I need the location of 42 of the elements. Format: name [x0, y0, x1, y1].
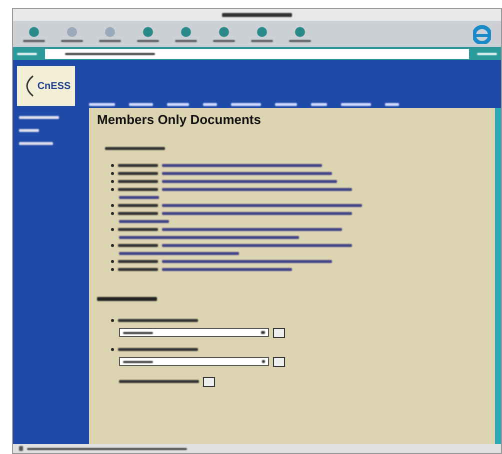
blurred-text	[118, 172, 158, 175]
blurred-text	[222, 13, 292, 17]
go-button[interactable]	[203, 376, 215, 387]
blurred-text	[119, 220, 169, 223]
blurred-text	[261, 331, 265, 334]
blurred-text	[19, 142, 53, 145]
blurred-text	[123, 332, 153, 334]
blurred-text	[341, 103, 371, 106]
blurred-text	[118, 244, 158, 247]
blurred-text	[118, 268, 158, 271]
address-field[interactable]	[45, 48, 469, 58]
blurred-text	[262, 360, 265, 364]
go-button[interactable]	[273, 328, 285, 338]
blurred-text	[19, 129, 39, 132]
blurred-text	[118, 188, 158, 191]
go-button[interactable]	[273, 356, 285, 367]
blurred-text	[275, 103, 297, 106]
logo-text: CnESS	[37, 80, 71, 94]
blurred-text	[118, 212, 158, 215]
page-heading: Members Only Documents	[97, 112, 262, 128]
blurred-text	[118, 204, 158, 207]
blurred-text	[119, 196, 159, 199]
blurred-text	[105, 146, 165, 150]
blurred-text	[129, 103, 153, 106]
blurred-text	[231, 103, 261, 106]
blurred-text	[118, 228, 158, 231]
dropdown-field[interactable]	[119, 357, 269, 366]
blurred-text	[19, 446, 23, 451]
site-logo[interactable]: CnESS	[17, 66, 75, 106]
blurred-text	[385, 103, 399, 106]
browser-logo-icon[interactable]	[473, 24, 491, 44]
blurred-text	[89, 103, 115, 106]
blurred-text	[97, 296, 157, 301]
dropdown-field[interactable]	[119, 328, 269, 338]
blurred-text	[123, 360, 153, 363]
blurred-text	[203, 103, 217, 106]
blurred-text	[118, 164, 158, 167]
blurred-text	[118, 260, 158, 263]
blurred-text	[19, 116, 59, 119]
blurred-text	[311, 103, 327, 106]
blurred-text	[167, 103, 189, 106]
blurred-text	[118, 180, 158, 183]
